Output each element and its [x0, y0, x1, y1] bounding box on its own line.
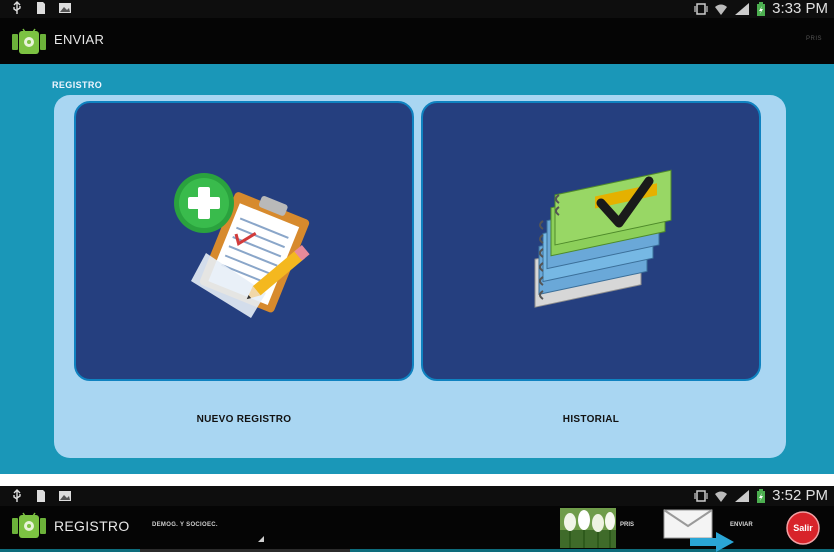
wifi-icon [715, 4, 728, 15]
gallery-icon [59, 491, 71, 501]
signal-icon [735, 3, 750, 15]
action-bar-secondary: REGISTRO DEMOG. Y SOCIOEC. PRIS ENVIAR S… [0, 506, 834, 552]
exit-icon[interactable]: Salir [786, 511, 820, 545]
sd-card-icon [37, 490, 45, 502]
new-record-tile[interactable] [74, 101, 414, 381]
app-logo-icon[interactable] [12, 510, 46, 540]
action-bar-title: ENVIAR [54, 32, 105, 47]
new-record-label: NUEVO REGISTRO [196, 414, 292, 425]
wifi-icon [715, 491, 728, 502]
screenshot-separator [0, 474, 834, 486]
usb-icon [13, 1, 21, 14]
sd-card-icon [37, 2, 45, 14]
exit-label: Salir [793, 523, 813, 533]
history-tile[interactable] [421, 101, 761, 381]
status-bar-secondary: 3:52 PM [0, 486, 834, 506]
battery-icon [757, 2, 766, 16]
dropdown-indicator-icon [258, 536, 264, 542]
action-bar-title: REGISTRO [54, 518, 130, 534]
new-record-clipboard-icon [174, 173, 310, 318]
vibrate-icon [694, 490, 708, 502]
history-notebooks-icon [534, 169, 672, 308]
action-pris-button[interactable]: PRIS [806, 36, 822, 42]
gallery-icon [59, 3, 71, 13]
status-bar: 3:33 PM [0, 0, 834, 18]
flowers-thumbnail-icon[interactable] [560, 508, 616, 548]
send-arrow-icon [690, 532, 734, 552]
pris-button[interactable]: PRIS [620, 522, 634, 528]
status-time: 3:33 PM [772, 0, 828, 17]
vibrate-icon [694, 3, 708, 15]
signal-icon [735, 490, 750, 502]
app-logo-icon[interactable] [12, 26, 46, 56]
main-content: REGISTRO NUEVO REGISTRO HISTORIAL [0, 64, 834, 474]
history-label: HISTORIAL [562, 414, 620, 425]
usb-icon [13, 489, 21, 502]
section-title: REGISTRO [52, 80, 103, 90]
enviar-button[interactable]: ENVIAR [730, 522, 753, 528]
battery-icon [757, 489, 766, 503]
menu-panel: NUEVO REGISTRO HISTORIAL [54, 95, 786, 458]
subtitle-dropdown[interactable]: DEMOG. Y SOCIOEC. [152, 522, 218, 528]
status-time: 3:52 PM [772, 487, 828, 504]
action-bar: ENVIAR PRIS [0, 18, 834, 64]
